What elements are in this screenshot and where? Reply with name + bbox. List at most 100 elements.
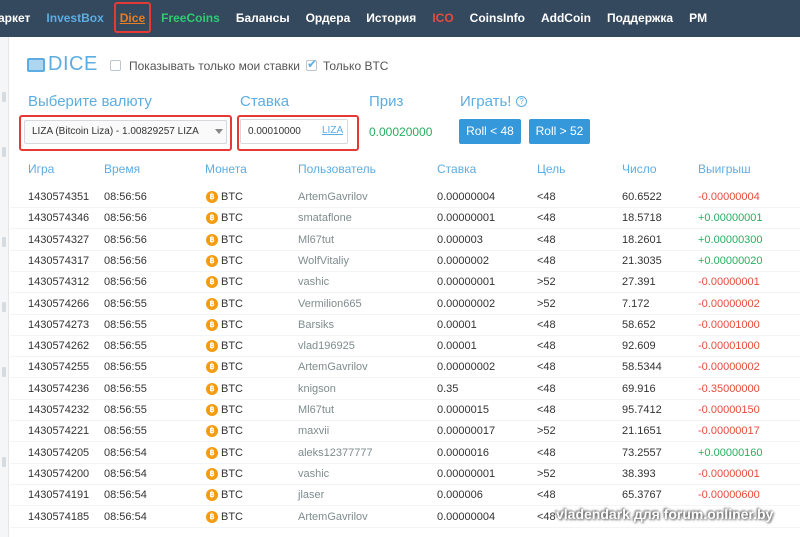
nav-pm[interactable]: PM [681, 0, 715, 37]
table-row[interactable]: ฿ 1430574200 08:56:54 BTC vashic 0.00000001 >5… [10, 464, 800, 485]
roll-over-button[interactable]: Roll > 52 [529, 119, 590, 144]
cell-coin: BTC [221, 191, 243, 203]
nav-investbox[interactable]: InvestBox [38, 0, 111, 37]
cell-target: <48 [537, 361, 556, 374]
cell-number: 95.7412 [622, 404, 662, 416]
table-row[interactable]: ฿ 1430574273 08:56:55 BTC Barsiks 0.00001 <48 5… [10, 315, 800, 336]
cell-user[interactable]: Vermilion665 [298, 298, 362, 310]
cell-user[interactable]: knigson [298, 383, 336, 395]
cell-win: -0.00000002 [698, 297, 760, 310]
table-row[interactable]: ฿ 1430574351 08:56:56 BTC ArtemGavrilov 0.000… [10, 187, 800, 208]
nav-ico[interactable]: ICO [424, 0, 461, 37]
col-game: Игра [28, 162, 55, 176]
cell-win: +0.00000300 [698, 233, 763, 246]
cell-target: <48 [537, 489, 556, 502]
table-row[interactable]: ฿ 1430574266 08:56:55 BTC Vermilion665 0.0000… [10, 294, 800, 315]
nav-support[interactable]: Поддержка [599, 0, 681, 37]
cell-user[interactable]: vashic [298, 468, 329, 480]
col-coin: Монета [205, 162, 247, 176]
roll-under-button[interactable]: Roll < 48 [459, 119, 521, 144]
cell-user[interactable]: Ml67tut [298, 404, 334, 416]
table-row[interactable]: ฿ 1430574236 08:56:55 BTC knigson 0.35 <48 69.9… [10, 379, 800, 400]
chevron-down-icon[interactable] [215, 129, 223, 134]
table-row[interactable]: ฿ 1430574312 08:56:56 BTC vashic 0.00000001 >5… [10, 272, 800, 294]
cell-user[interactable]: smataflone [298, 212, 352, 224]
table-row[interactable]: ฿ 1430574317 08:56:56 BTC WolfVitaliy 0.00000… [10, 251, 800, 272]
cell-game: 1430574185 [28, 510, 90, 523]
bitcoin-icon: ฿ [206, 297, 218, 310]
cell-win: +0.00000160 [698, 446, 763, 459]
cell-coin: BTC [221, 233, 243, 246]
cell-time: 08:56:56 [104, 212, 147, 225]
cell-coin: BTC [221, 425, 243, 438]
cell-time: 08:56:56 [104, 233, 147, 246]
cell-time: 08:56:55 [104, 361, 147, 374]
table-row[interactable]: ฿ 1430574205 08:56:54 BTC aleks12377777 0.000… [10, 443, 800, 464]
nav-balances[interactable]: Балансы [228, 0, 298, 37]
nav-history[interactable]: История [358, 0, 424, 37]
table-row[interactable]: ฿ 1430574262 08:56:55 BTC vlad196925 0.00001 <… [10, 336, 800, 358]
only-btc-checkbox[interactable] [306, 57, 317, 71]
cell-target: <48 [537, 212, 556, 225]
cell-user[interactable]: jlaser [298, 489, 324, 501]
cell-stake: 0.00001 [437, 318, 477, 331]
nav-orders[interactable]: Ордера [298, 0, 359, 37]
cell-user[interactable]: aleks12377777 [298, 447, 373, 459]
nav-freecoins[interactable]: FreeCoins [153, 0, 228, 37]
nav-addcoin[interactable]: AddCoin [533, 0, 599, 37]
cell-game: 1430574236 [28, 382, 90, 395]
only-btc-label: Только BTC [323, 59, 389, 73]
table-row[interactable]: ฿ 1430574191 08:56:54 BTC jlaser 0.000006 <48 6… [10, 485, 800, 507]
bitcoin-icon: ฿ [206, 425, 218, 438]
nav-dice[interactable]: Dice [112, 0, 153, 37]
cell-user[interactable]: maxvii [298, 425, 329, 437]
cell-stake: 0.0000015 [437, 404, 489, 416]
cell-stake: 0.00000002 [437, 297, 496, 310]
cell-game: 1430574221 [28, 425, 90, 438]
cell-coin: BTC [221, 254, 243, 267]
cell-game: 1430574262 [28, 340, 90, 353]
table-row[interactable]: ฿ 1430574232 08:56:55 BTC Ml67tut 0.0000015 <4… [10, 400, 800, 421]
table-row[interactable]: ฿ 1430574327 08:56:56 BTC Ml67tut 0.000003 <48… [10, 230, 800, 251]
cell-number: 65.3767 [622, 489, 662, 502]
cell-time: 08:56:55 [104, 404, 147, 416]
cell-target: <48 [537, 404, 556, 416]
show-my-bets-checkbox[interactable] [110, 60, 121, 71]
cell-stake: 0.00000004 [437, 191, 496, 203]
cell-number: 73.2557 [622, 446, 662, 459]
cell-game: 1430574317 [28, 254, 90, 267]
cell-user[interactable]: ArtemGavrilov [298, 191, 368, 203]
cell-user[interactable]: WolfVitaliy [298, 255, 349, 267]
bitcoin-icon: ฿ [206, 212, 218, 225]
edge-marker [2, 147, 6, 157]
cell-user[interactable]: ArtemGavrilov [298, 511, 368, 523]
bitcoin-icon: ฿ [206, 467, 218, 480]
left-scroll-edge [0, 37, 9, 537]
help-icon[interactable]: ? [516, 96, 527, 107]
cell-stake: 0.00000001 [437, 467, 496, 480]
cell-time: 08:56:54 [104, 489, 147, 502]
cell-coin: BTC [221, 446, 243, 459]
currency-select[interactable]: LIZA (Bitcoin Liza) - 1.00829257 LIZA [24, 120, 227, 144]
nav-market[interactable]: аркет [0, 0, 38, 37]
table-row[interactable]: ฿ 1430574255 08:56:55 BTC ArtemGavrilov 0.000… [10, 357, 800, 379]
cell-time: 08:56:56 [104, 191, 147, 203]
cell-user[interactable]: ArtemGavrilov [298, 361, 368, 373]
cell-coin: BTC [221, 361, 243, 374]
cell-user[interactable]: Ml67tut [298, 234, 334, 246]
cell-user[interactable]: vlad196925 [298, 340, 355, 352]
cell-coin: BTC [221, 276, 243, 289]
col-target: Цель [537, 162, 566, 176]
table-row[interactable]: ฿ 1430574346 08:56:56 BTC smataflone 0.000000… [10, 208, 800, 230]
cell-time: 08:56:55 [104, 318, 147, 331]
table-row[interactable]: ฿ 1430574221 08:56:55 BTC maxvii 0.00000017 >5… [10, 421, 800, 443]
cell-game: 1430574200 [28, 467, 90, 480]
stake-unit-link[interactable]: LIZA [322, 125, 343, 136]
cell-number: 60.6522 [622, 191, 662, 203]
cell-number: 27.391 [622, 276, 656, 289]
cell-coin: BTC [221, 404, 243, 416]
cell-user[interactable]: Barsiks [298, 319, 334, 331]
cell-user[interactable]: vashic [298, 276, 329, 288]
nav-coinsinfo[interactable]: CoinsInfo [462, 0, 533, 37]
col-user: Пользователь [298, 162, 376, 176]
